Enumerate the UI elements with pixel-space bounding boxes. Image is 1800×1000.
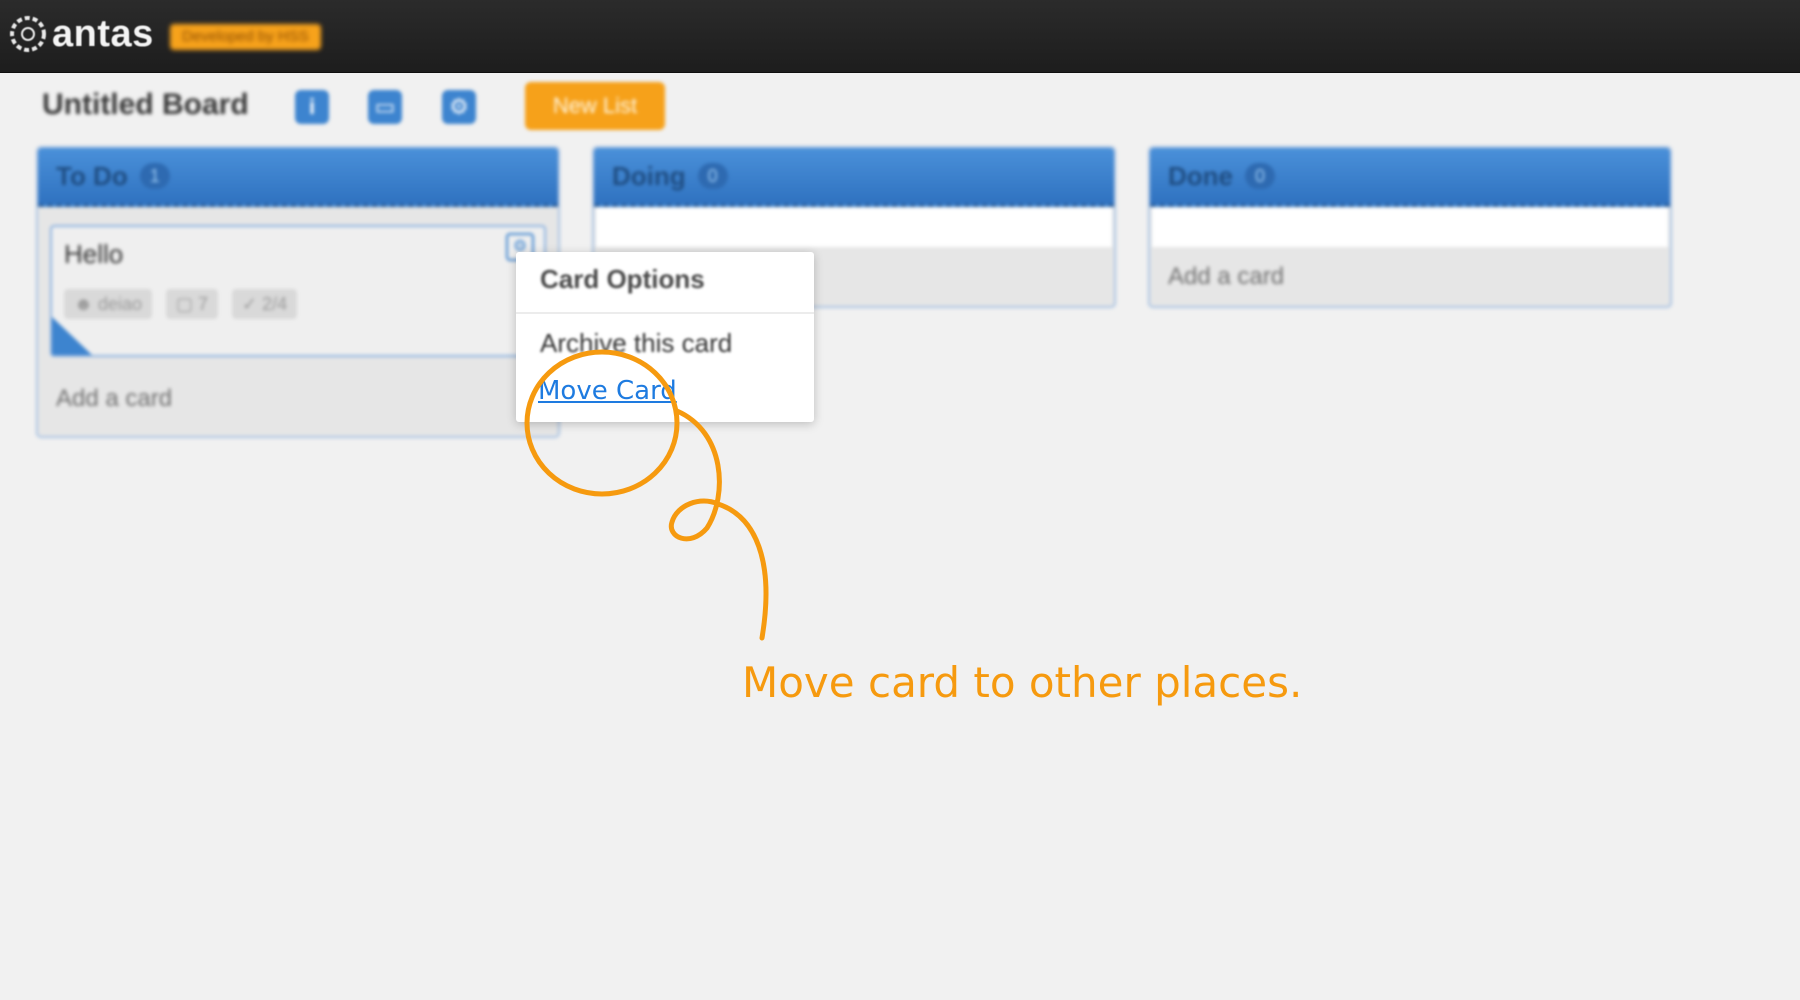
board-header: Untitled Board i ▭ ⚙ New List <box>0 72 1800 144</box>
save-icon: ▭ <box>374 94 396 119</box>
app-name: antas <box>52 12 154 55</box>
list-title: Doing <box>612 160 686 191</box>
new-list-button[interactable]: New List <box>525 82 665 130</box>
developer-badge: Developed by HSS <box>170 24 321 50</box>
list-to-do: To Do 1 Hello ⚙ ☻ deiao ▢ 7 ✓ 2/4 Add a … <box>36 146 560 438</box>
add-card-link[interactable]: Add a card <box>1150 247 1670 307</box>
list-title: Done <box>1168 160 1233 191</box>
board-title[interactable]: Untitled Board <box>42 88 249 122</box>
card-user: deiao <box>97 294 142 314</box>
list-drop-zone <box>596 207 1112 247</box>
save-button[interactable]: ▭ <box>368 90 402 124</box>
card-count-badge: 0 <box>697 163 728 189</box>
info-icon: i <box>308 94 316 119</box>
card-title: Hello <box>64 239 124 269</box>
info-button[interactable]: i <box>295 90 329 124</box>
card-corner-marker <box>52 317 92 355</box>
card-comments-chip: ▢ 7 <box>166 289 219 319</box>
menu-divider <box>516 312 814 314</box>
top-bar: antas Developed by HSS <box>0 0 1800 73</box>
list-title: To Do <box>56 160 128 191</box>
list-header[interactable]: Doing 0 <box>594 148 1114 207</box>
card-options-menu: Card Options Archive this card Move Card <box>516 252 814 422</box>
card[interactable]: Hello ⚙ ☻ deiao ▢ 7 ✓ 2/4 <box>50 225 546 357</box>
app-logo[interactable]: antas <box>6 8 154 60</box>
list-drop-zone <box>1152 207 1668 247</box>
logo-ring-icon <box>10 16 46 52</box>
checkmark-icon: ✓ <box>242 294 263 314</box>
card-checklist-chip: ✓ 2/4 <box>232 289 298 319</box>
gear-icon: ⚙ <box>449 94 469 119</box>
add-card-link[interactable]: Add a card <box>38 369 558 429</box>
settings-button[interactable]: ⚙ <box>442 90 476 124</box>
annotation-text: Move card to other places. <box>742 658 1303 707</box>
card-count-badge: 0 <box>1245 163 1275 189</box>
list-header[interactable]: To Do 1 <box>38 148 558 207</box>
card-comments-count: 7 <box>198 294 209 314</box>
screen: antas Developed by HSS Untitled Board i … <box>0 0 1800 1000</box>
card-meta: ☻ deiao ▢ 7 ✓ 2/4 <box>64 289 298 319</box>
user-icon: ☻ <box>74 294 98 314</box>
card-count-badge: 1 <box>139 163 170 189</box>
card-options-title: Card Options <box>540 264 705 294</box>
card-checklist-progress: 2/4 <box>262 294 288 314</box>
annotation-arrow <box>668 408 769 641</box>
list-done: Done 0 Add a card <box>1148 146 1672 308</box>
archive-card-item[interactable]: Archive this card <box>540 328 732 359</box>
card-user-chip: ☻ deiao <box>64 289 152 319</box>
list-header[interactable]: Done 0 <box>1150 148 1670 207</box>
comment-icon: ▢ <box>176 294 199 314</box>
move-card-link[interactable]: Move Card <box>538 376 677 406</box>
